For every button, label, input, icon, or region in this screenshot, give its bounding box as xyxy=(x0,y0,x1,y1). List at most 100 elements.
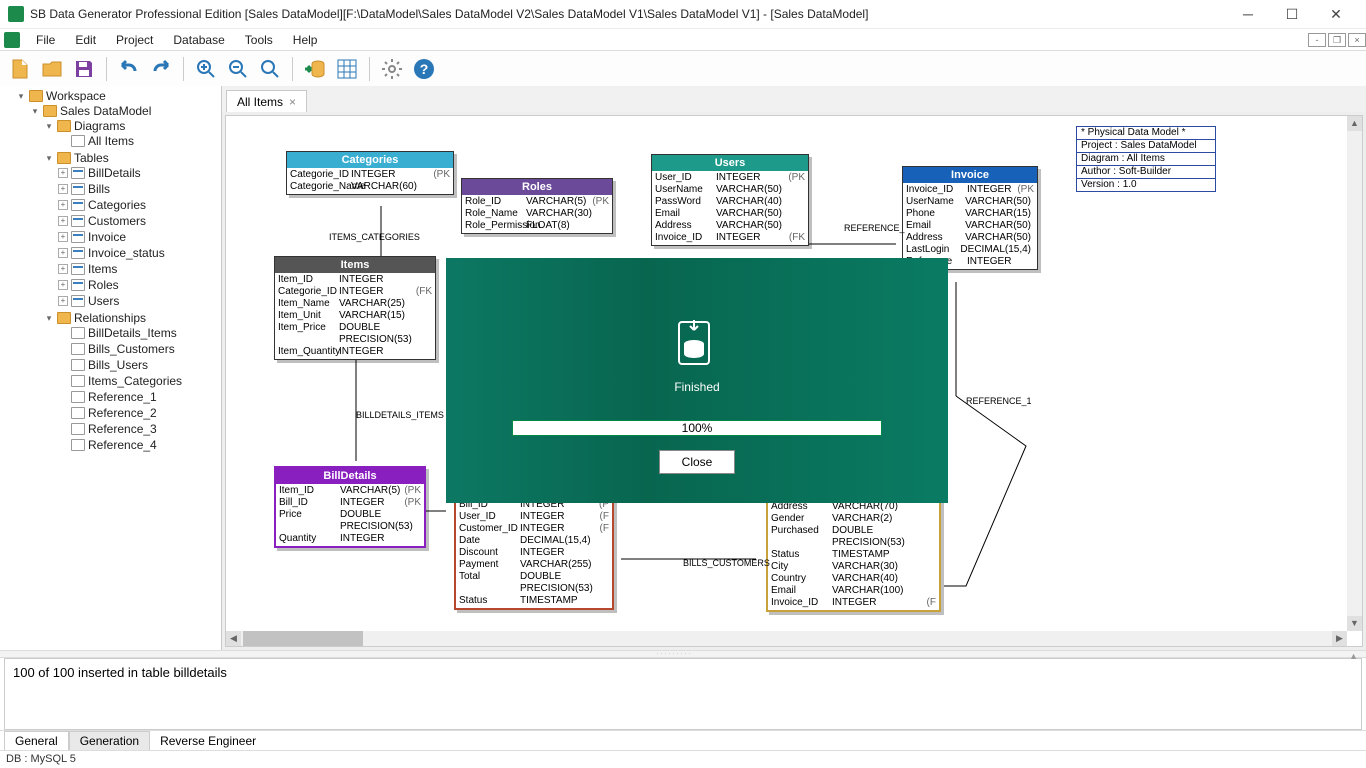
tree-relationship-item[interactable]: Bills_Users xyxy=(58,357,219,373)
tree-relationship-item[interactable]: Reference_4 xyxy=(58,437,219,453)
grid-button[interactable] xyxy=(333,55,361,83)
expand-icon[interactable]: + xyxy=(58,296,68,306)
close-dialog-button[interactable]: Close xyxy=(659,450,736,474)
entity-roles[interactable]: Roles Role_IDVARCHAR(5)(PKRole_NameVARCH… xyxy=(461,178,613,234)
undo-button[interactable] xyxy=(115,55,143,83)
tree-relationship-item[interactable]: Items_Categories xyxy=(58,373,219,389)
collapse-icon[interactable]: ▾ xyxy=(44,121,54,131)
close-button[interactable]: ✕ xyxy=(1314,0,1358,28)
relationship-icon xyxy=(71,375,85,387)
expand-icon[interactable]: + xyxy=(58,232,68,242)
tree-table-item[interactable]: +Invoice xyxy=(58,229,219,245)
minimize-button[interactable]: ─ xyxy=(1226,0,1270,28)
expand-icon[interactable]: + xyxy=(58,184,68,194)
window-title: SB Data Generator Professional Edition [… xyxy=(30,7,1226,21)
entity-bills[interactable]: Bill_IDINTEGER(PUser_IDINTEGER(FCustomer… xyxy=(454,496,614,610)
tree-table-item[interactable]: +BillDetails xyxy=(58,165,219,181)
entity-categories[interactable]: Categories Categorie_IDINTEGER(PKCategor… xyxy=(286,151,454,195)
expand-icon[interactable]: + xyxy=(58,168,68,178)
collapse-icon[interactable]: ▾ xyxy=(30,106,40,116)
menu-file[interactable]: File xyxy=(26,31,65,49)
relationship-icon xyxy=(71,343,85,355)
new-button[interactable] xyxy=(6,55,34,83)
folder-icon xyxy=(43,105,57,117)
expand-icon[interactable]: + xyxy=(58,200,68,210)
entity-customers[interactable]: AddressVARCHAR(70)GenderVARCHAR(2)Purcha… xyxy=(766,498,941,612)
mdi-minimize-icon[interactable]: - xyxy=(1308,33,1326,47)
entity-users[interactable]: Users User_IDINTEGER(PKUserNameVARCHAR(5… xyxy=(651,154,809,246)
tab-general[interactable]: General xyxy=(4,731,69,750)
zoom-fit-button[interactable] xyxy=(256,55,284,83)
workspace-tree[interactable]: ▾ Workspace ▾ Sales DataModel ▾ Diagrams Al… xyxy=(0,86,222,650)
tree-project[interactable]: Sales DataModel xyxy=(60,104,151,118)
collapse-icon[interactable]: ▾ xyxy=(44,313,54,323)
table-icon xyxy=(71,167,85,179)
mdi-close-icon[interactable]: × xyxy=(1348,33,1366,47)
tree-relationship-item[interactable]: Reference_3 xyxy=(58,421,219,437)
tree-table-item[interactable]: +Users xyxy=(58,293,219,309)
relationship-icon xyxy=(71,327,85,339)
menu-edit[interactable]: Edit xyxy=(65,31,106,49)
mdi-restore-icon[interactable]: ❐ xyxy=(1328,33,1346,47)
open-button[interactable] xyxy=(38,55,66,83)
close-tab-icon[interactable]: × xyxy=(289,95,296,109)
relationship-icon xyxy=(71,391,85,403)
relationship-icon xyxy=(71,439,85,451)
expand-icon[interactable]: + xyxy=(58,248,68,258)
zoom-in-button[interactable] xyxy=(192,55,220,83)
tree-table-item[interactable]: +Invoice_status xyxy=(58,245,219,261)
expand-icon[interactable]: + xyxy=(58,216,68,226)
horizontal-scrollbar[interactable]: ◀▶ xyxy=(226,631,1347,646)
expand-icon[interactable]: + xyxy=(58,264,68,274)
settings-button[interactable] xyxy=(378,55,406,83)
save-button[interactable] xyxy=(70,55,98,83)
tab-reverse-engineer[interactable]: Reverse Engineer xyxy=(150,732,266,750)
entity-billdetails[interactable]: BillDetails Item_IDVARCHAR(5)(PKBill_IDI… xyxy=(274,466,426,548)
tree-table-item[interactable]: +Bills xyxy=(58,181,219,197)
menu-project[interactable]: Project xyxy=(106,31,163,49)
tab-generation[interactable]: Generation xyxy=(69,731,150,750)
tab-all-items[interactable]: All Items × xyxy=(226,90,307,112)
tree-table-item[interactable]: +Items xyxy=(58,261,219,277)
help-button[interactable]: ? xyxy=(410,55,438,83)
tree-table-item[interactable]: +Customers xyxy=(58,213,219,229)
tree-relationship-item[interactable]: Reference_1 xyxy=(58,389,219,405)
redo-button[interactable] xyxy=(147,55,175,83)
tree-table-item[interactable]: +Categories xyxy=(58,197,219,213)
relationship-icon xyxy=(71,423,85,435)
collapse-icon[interactable]: ▾ xyxy=(16,91,26,101)
progress-dialog: Finished 100% Close xyxy=(446,258,948,503)
maximize-button[interactable]: ☐ xyxy=(1270,0,1314,28)
status-db: DB : MySQL 5 xyxy=(6,753,76,765)
tree-workspace[interactable]: Workspace xyxy=(46,89,106,103)
table-icon xyxy=(71,183,85,195)
menu-tools[interactable]: Tools xyxy=(235,31,283,49)
tree-all-items[interactable]: All Items xyxy=(88,134,134,148)
tree-relationship-item[interactable]: Bills_Customers xyxy=(58,341,219,357)
folder-icon xyxy=(57,120,71,132)
tree-tables[interactable]: Tables xyxy=(74,151,109,165)
vertical-scrollbar[interactable]: ▲▼ xyxy=(1347,116,1362,631)
tree-relationship-item[interactable]: BillDetails_Items xyxy=(58,325,219,341)
tree-relationship-item[interactable]: Reference_2 xyxy=(58,405,219,421)
diagram-canvas[interactable]: Categories Categorie_IDINTEGER(PKCategor… xyxy=(225,115,1363,647)
database-import-icon xyxy=(673,318,721,376)
folder-icon xyxy=(57,152,71,164)
menu-database[interactable]: Database xyxy=(163,31,234,49)
tree-relationships[interactable]: Relationships xyxy=(74,311,146,325)
splitter[interactable]: ·········▲ xyxy=(0,650,1366,658)
tree-table-item[interactable]: +Roles xyxy=(58,277,219,293)
rel-label: ITEMS_CATEGORIES xyxy=(329,232,420,242)
import-db-button[interactable] xyxy=(301,55,329,83)
expand-icon[interactable]: + xyxy=(58,280,68,290)
toolbar: ? xyxy=(0,50,1366,86)
zoom-out-button[interactable] xyxy=(224,55,252,83)
entity-items[interactable]: Items Item_IDINTEGERCategorie_IDINTEGER(… xyxy=(274,256,436,360)
rel-label: REFERENCE_ xyxy=(844,223,905,233)
bottom-tabs: General Generation Reverse Engineer xyxy=(0,730,1366,750)
collapse-icon[interactable]: ▾ xyxy=(44,153,54,163)
relationship-icon xyxy=(71,407,85,419)
tree-diagrams[interactable]: Diagrams xyxy=(74,119,125,133)
menu-help[interactable]: Help xyxy=(283,31,328,49)
entity-invoice[interactable]: Invoice Invoice_IDINTEGER(PKUserNameVARC… xyxy=(902,166,1038,270)
